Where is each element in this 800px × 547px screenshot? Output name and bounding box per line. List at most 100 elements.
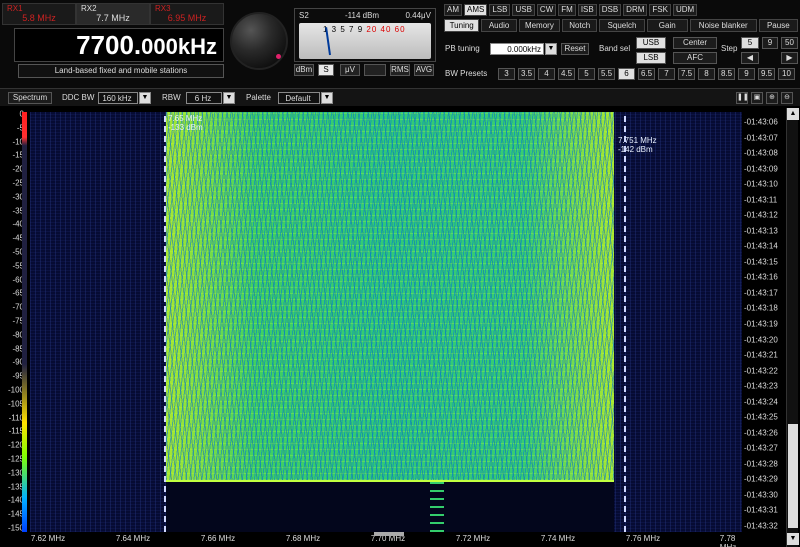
mode-lsb[interactable]: LSB	[489, 4, 511, 16]
palette-select[interactable]: Default	[278, 92, 320, 104]
bw-preset-5[interactable]: 5	[578, 68, 595, 80]
step-right-icon[interactable]: ▶	[781, 52, 798, 64]
mode-am[interactable]: AM	[444, 4, 462, 16]
tab-memory[interactable]: Memory	[518, 19, 561, 32]
mode-cw[interactable]: CW	[536, 4, 557, 16]
frequency-small-digits: 000	[141, 34, 178, 59]
s-meter-scale-black: 1 3 5 7 9	[323, 25, 364, 34]
bw-preset-3[interactable]: 3	[498, 68, 515, 80]
tab-notch[interactable]: Notch	[562, 19, 598, 32]
right-marker-freq: 7.751 MHz	[618, 136, 657, 145]
zoom-in-icon[interactable]: ⊕	[766, 92, 778, 104]
mode-fm[interactable]: FM	[558, 4, 576, 16]
time-tick-label: -01:43:29	[744, 474, 778, 484]
step-5-button[interactable]: 5	[741, 37, 759, 49]
tab-tuning[interactable]: Tuning	[444, 19, 480, 32]
mode-drm[interactable]: DRM	[623, 4, 648, 16]
scroll-down-icon[interactable]: ▼	[787, 533, 799, 545]
s-meter-scale: 1 3 5 7 9 20 40 60	[323, 25, 406, 34]
center-button[interactable]: Center	[673, 37, 717, 49]
frequency-display[interactable]: 7700.000kHz	[14, 28, 224, 62]
bw-preset-5-5[interactable]: 5.5	[598, 68, 615, 80]
bw-preset-7-5[interactable]: 7.5	[678, 68, 695, 80]
band-usb-button[interactable]: USB	[636, 37, 666, 49]
s-meter-scale-red: 20 40 60	[366, 25, 406, 34]
tab-pause[interactable]: Pause	[758, 19, 798, 32]
mode-udm[interactable]: UDM	[672, 4, 698, 16]
pb-tuning-dropdown-icon[interactable]: ▼	[545, 43, 557, 55]
band-sel-label: Band sel	[599, 44, 631, 53]
receiver-tabs: RX1 5.8 MHz RX2 7.7 MHz RX3 6.95 MHz	[2, 3, 224, 25]
bw-preset-10[interactable]: 10	[778, 68, 795, 80]
dbm-unit-button[interactable]: dBm	[294, 64, 314, 76]
rx1-tab[interactable]: RX1 5.8 MHz	[2, 3, 76, 25]
mode-isb[interactable]: ISB	[577, 4, 597, 16]
signal-gap	[166, 480, 614, 532]
avg-button[interactable]: AVG	[414, 64, 434, 76]
mode-fsk[interactable]: FSK	[649, 4, 671, 16]
band-lsb-button[interactable]: LSB	[636, 52, 666, 64]
time-tick-label: -01:43:12	[744, 210, 778, 220]
rbw-dropdown-icon[interactable]: ▼	[223, 92, 235, 104]
bw-preset-6[interactable]: 6	[618, 68, 635, 80]
bw-preset-8-5[interactable]: 8.5	[718, 68, 735, 80]
spectrum-button[interactable]: Spectrum	[8, 92, 52, 104]
time-tick-label: -01:43:27	[744, 443, 778, 453]
scroll-up-icon[interactable]: ▲	[787, 108, 799, 120]
pb-tuning-field[interactable]: 0.000kHz	[490, 43, 544, 55]
mode-dsb[interactable]: DSB	[598, 4, 622, 16]
ddc-bw-select[interactable]: 160 kHz	[98, 92, 138, 104]
left-marker-freq: 7.65 MHz	[168, 114, 203, 123]
step-9-button[interactable]: 9	[762, 37, 778, 49]
bw-preset-8[interactable]: 8	[698, 68, 715, 80]
tuning-knob[interactable]	[230, 12, 288, 70]
tab-gain[interactable]: Gain	[646, 19, 688, 32]
bw-preset-4-5[interactable]: 4.5	[558, 68, 575, 80]
rx3-freq: 6.95 MHz	[167, 13, 207, 23]
tab-squelch[interactable]: Squelch	[599, 19, 645, 32]
rbw-select[interactable]: 6 Hz	[186, 92, 222, 104]
step-left-icon[interactable]: ◀	[741, 52, 759, 64]
rx3-tab[interactable]: RX3 6.95 MHz	[150, 3, 224, 25]
s-meter-face: 1 3 5 7 9 20 40 60	[299, 23, 431, 59]
afc-button[interactable]: AFC	[673, 52, 717, 64]
save-icon[interactable]: ▣	[751, 92, 763, 104]
zoom-out-icon[interactable]: ⊖	[781, 92, 793, 104]
ddc-bw-dropdown-icon[interactable]: ▼	[139, 92, 151, 104]
scroll-thumb[interactable]	[788, 424, 798, 528]
rx2-tab[interactable]: RX2 7.7 MHz	[76, 3, 150, 25]
bw-preset-3-5[interactable]: 3.5	[518, 68, 535, 80]
vertical-scrollbar[interactable]: ▲ ▼	[786, 108, 799, 547]
reset-button[interactable]: Reset	[561, 43, 589, 55]
pause-icon[interactable]: ❚❚	[736, 92, 749, 104]
settings-tabs: Tuning Audio Memory Notch Squelch Gain N…	[444, 19, 798, 33]
bw-preset-9-5[interactable]: 9.5	[758, 68, 775, 80]
s-unit-button[interactable]: S	[318, 64, 334, 76]
tab-noise-blanker[interactable]: Noise blanker	[689, 19, 757, 32]
bw-preset-7[interactable]: 7	[658, 68, 675, 80]
rms-button[interactable]: RMS	[390, 64, 410, 76]
bw-preset-9[interactable]: 9	[738, 68, 755, 80]
bw-preset-6-5[interactable]: 6.5	[638, 68, 655, 80]
time-tick-label: -01:43:25	[744, 412, 778, 422]
right-marker-label: 7.751 MHz -142 dBm	[618, 136, 657, 154]
time-tick-label: -01:43:10	[744, 179, 778, 189]
left-marker-level: -133 dBm	[168, 123, 203, 132]
level-color-bar	[22, 112, 27, 532]
step-50-button[interactable]: 50	[781, 37, 798, 49]
rx2-name: RX2	[81, 4, 97, 13]
mode-ams[interactable]: AMS	[464, 4, 488, 16]
time-tick-label: -01:43:13	[744, 226, 778, 236]
waterfall-plot[interactable]: 7.65 MHz -133 dBm 7.751 MHz -142 dBm	[30, 112, 742, 532]
frequency-tick-label: 7.64 MHz	[115, 534, 151, 543]
mode-usb[interactable]: USB	[512, 4, 535, 16]
control-panel: RX1 5.8 MHz RX2 7.7 MHz RX3 6.95 MHz 770…	[0, 0, 800, 88]
uv-unit-button[interactable]: μV	[340, 64, 360, 76]
blank-button[interactable]	[364, 64, 386, 76]
horizontal-scroll-thumb[interactable]	[374, 532, 404, 536]
palette-dropdown-icon[interactable]: ▼	[321, 92, 333, 104]
bw-preset-4[interactable]: 4	[538, 68, 555, 80]
rx2-freq: 7.7 MHz	[96, 13, 130, 23]
frequency-big-digits: 7700.	[76, 30, 142, 60]
tab-audio[interactable]: Audio	[481, 19, 517, 32]
